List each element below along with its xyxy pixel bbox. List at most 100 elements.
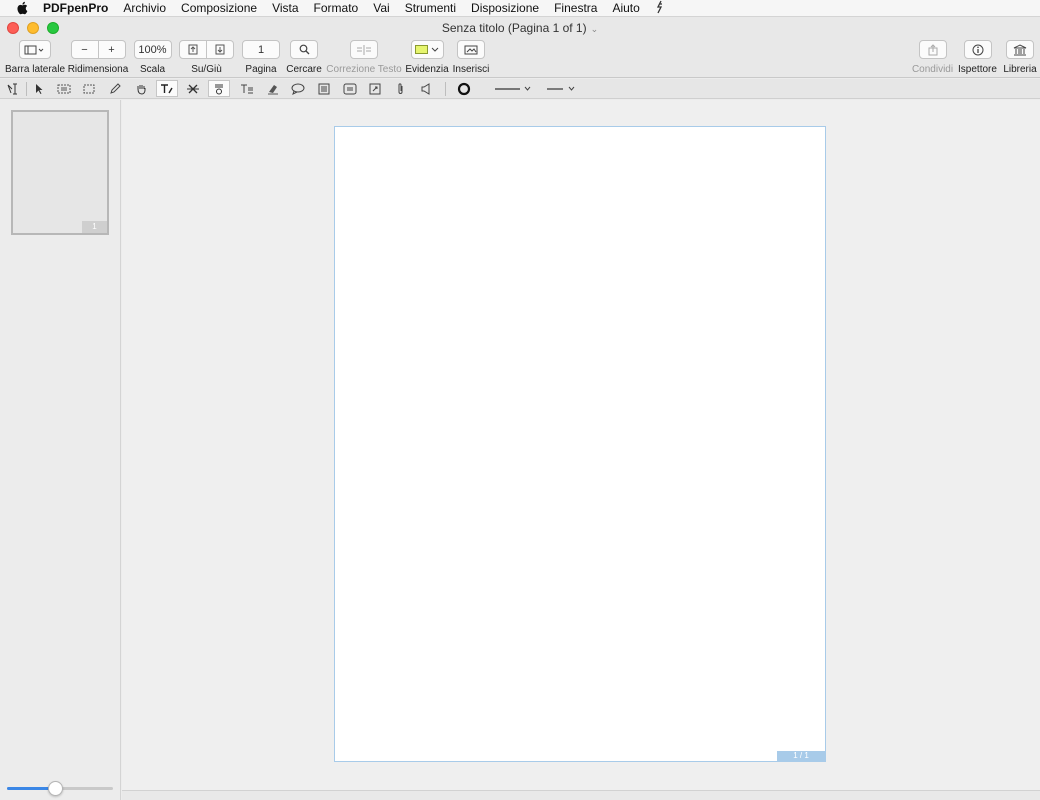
link-tool[interactable]	[364, 80, 386, 97]
inspector-label: Ispettore	[958, 64, 997, 75]
line-weight-icon	[495, 86, 531, 91]
page-group: 1 Pagina	[242, 40, 280, 75]
page-number-badge: 1 / 1	[777, 751, 825, 761]
scale-field[interactable]: 100%	[133, 40, 172, 59]
window-title[interactable]: Senza titolo (Pagina 1 of 1) ⌄	[0, 21, 1040, 35]
page-number-field[interactable]: 1	[242, 40, 280, 59]
text-select-icon	[7, 83, 17, 94]
updown-group: Su/Giù	[179, 40, 234, 75]
highlight-color-swatch	[415, 45, 428, 54]
text-tool[interactable]	[156, 80, 178, 97]
thumbnail-size-slider[interactable]	[7, 781, 113, 796]
tool-separator	[26, 82, 27, 96]
text-correction-icon	[357, 44, 371, 55]
search-button[interactable]	[290, 40, 318, 59]
apple-menu-icon[interactable]	[14, 1, 30, 15]
eraser-tool[interactable]	[262, 80, 284, 97]
thumbnail-page-badge: 1	[82, 221, 107, 233]
insert-label: Inserisci	[452, 64, 490, 75]
insert-button[interactable]	[457, 40, 485, 59]
inspector-button[interactable]	[963, 40, 992, 59]
insert-image-icon	[464, 45, 478, 55]
stamp-icon	[215, 84, 223, 94]
highlight-button[interactable]	[410, 40, 444, 59]
search-label: Cercare	[286, 64, 322, 75]
text-correction-label: Correzione Testo	[326, 64, 402, 75]
bottom-status-bar	[122, 790, 1040, 800]
menu-formato[interactable]: Formato	[314, 1, 359, 15]
line-weight-dropdown[interactable]	[490, 80, 534, 97]
text-correction-group: Correzione Testo	[326, 40, 402, 75]
window-title-text: Senza titolo (Pagina 1 of 1)	[441, 21, 587, 35]
stroke-color-well[interactable]	[453, 80, 475, 97]
text-region-icon	[57, 84, 71, 93]
text-select-tool[interactable]	[2, 80, 24, 97]
scale-group: 100% Scala	[133, 40, 172, 75]
share-button[interactable]	[918, 40, 947, 59]
thumbnail-sidebar: 1	[0, 100, 121, 800]
script-menu-icon[interactable]	[655, 0, 665, 17]
menu-archivio[interactable]: Archivio	[123, 1, 166, 15]
comment-tool[interactable]	[287, 80, 309, 97]
menu-finestra[interactable]: Finestra	[554, 1, 597, 15]
annotation-tools-bar	[0, 79, 1040, 99]
menu-disposizione[interactable]: Disposizione	[471, 1, 539, 15]
search-icon	[299, 44, 309, 55]
library-icon	[1013, 43, 1027, 55]
pencil-tool[interactable]	[104, 80, 126, 97]
text-correction-button[interactable]	[350, 40, 378, 59]
note-icon	[318, 83, 330, 94]
zoom-out-button[interactable]: −	[70, 40, 99, 59]
select-tool[interactable]	[28, 80, 50, 97]
menu-strumenti[interactable]: Strumenti	[405, 1, 456, 15]
menu-aiuto[interactable]: Aiuto	[612, 1, 639, 15]
eraser-icon	[268, 84, 278, 94]
sidebar-toggle-label: Barra laterale	[4, 64, 66, 75]
chevron-down-icon: ⌄	[590, 24, 599, 34]
document-canvas[interactable]: 1 / 1	[122, 100, 1040, 790]
stamp-tool[interactable]	[208, 80, 230, 97]
chevron-down-icon	[431, 47, 439, 52]
attachment-tool[interactable]	[390, 80, 412, 97]
form-field-tool[interactable]	[339, 80, 361, 97]
hand-tool[interactable]	[130, 80, 152, 97]
resize-label: Ridimensiona	[67, 64, 129, 75]
arrow-pointer-icon	[36, 83, 43, 94]
menu-bar: PDFpenPro Archivio Composizione Vista Fo…	[0, 0, 1040, 17]
strikethrough-icon	[187, 84, 199, 93]
menu-vai[interactable]: Vai	[373, 1, 389, 15]
search-group: Cercare	[286, 40, 322, 75]
text-box-icon	[241, 84, 253, 93]
audio-tool[interactable]	[415, 80, 437, 97]
slider-knob[interactable]	[48, 781, 63, 796]
menu-composizione[interactable]: Composizione	[181, 1, 257, 15]
link-box-icon	[369, 83, 381, 94]
window-titlebar: Senza titolo (Pagina 1 of 1) ⌄	[0, 17, 1040, 38]
pencil-icon	[110, 82, 121, 94]
text-box-tool[interactable]	[236, 80, 258, 97]
line-style-dropdown[interactable]	[542, 80, 578, 97]
library-group: Libreria	[1001, 40, 1039, 75]
marquee-tool[interactable]	[78, 80, 100, 97]
text-region-tool[interactable]	[53, 80, 75, 97]
page-up-button[interactable]	[179, 40, 207, 59]
menu-vista[interactable]: Vista	[272, 1, 298, 15]
strikethrough-tool[interactable]	[182, 80, 204, 97]
page-down-button[interactable]	[207, 40, 234, 59]
info-icon	[972, 44, 983, 55]
highlight-label: Evidenzia	[405, 64, 449, 75]
paperclip-icon	[398, 82, 403, 94]
sidebar-toggle-button[interactable]	[19, 40, 51, 59]
page-thumbnail[interactable]: 1	[11, 110, 109, 235]
pdf-page[interactable]: 1 / 1	[334, 126, 826, 762]
note-tool[interactable]	[313, 80, 335, 97]
main-toolbar: Barra laterale − + Ridimensiona 100% Sca…	[0, 38, 1040, 78]
updown-label: Su/Giù	[191, 64, 222, 75]
menu-app-name[interactable]: PDFpenPro	[43, 1, 108, 15]
sidebar-toggle-group: Barra laterale	[4, 40, 66, 75]
insert-group: Inserisci	[453, 40, 489, 75]
zoom-in-button[interactable]: +	[98, 40, 126, 59]
form-field-icon	[343, 83, 357, 94]
library-button[interactable]	[1006, 40, 1034, 59]
speaker-icon	[421, 82, 430, 95]
